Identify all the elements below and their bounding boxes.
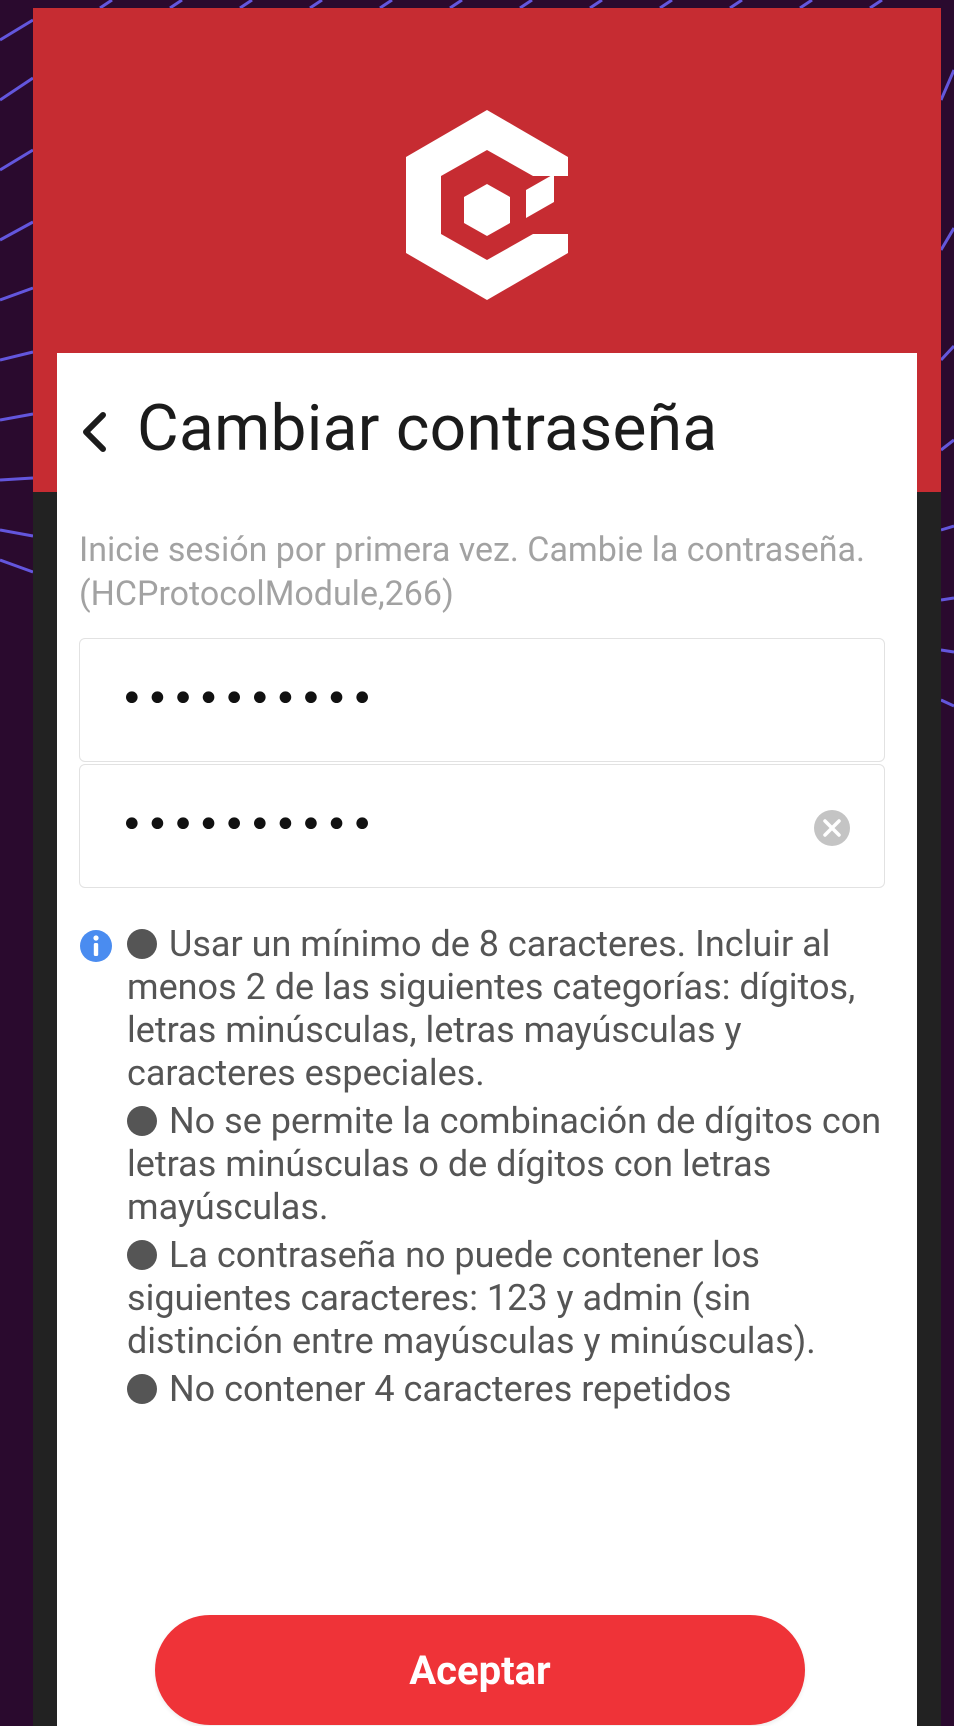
- confirm-password-field: [79, 764, 885, 888]
- info-circle-icon: [80, 930, 112, 962]
- new-password-input[interactable]: [120, 677, 800, 721]
- rule-item: Usar un mínimo de 8 caracteres. Incluir …: [127, 923, 856, 1094]
- password-rules: Usar un mínimo de 8 caracteres. Incluir …: [79, 923, 889, 1428]
- accept-button[interactable]: Aceptar: [155, 1615, 805, 1725]
- app-screen: Cambiar contraseña Inicie sesión por pri…: [33, 8, 941, 1726]
- bullet-icon: [127, 1374, 157, 1404]
- new-password-field: [79, 638, 885, 762]
- page-title: Cambiar contraseña: [137, 391, 718, 466]
- confirm-password-input[interactable]: [120, 803, 800, 847]
- rule-item: No contener 4 caracteres repetidos: [127, 1368, 887, 1411]
- chevron-left-icon[interactable]: [79, 409, 109, 455]
- first-login-notice: Inicie sesión por primera vez. Cambie la…: [79, 530, 866, 614]
- bullet-icon: [127, 1106, 157, 1136]
- rule-item: No se permite la combinación de dígitos …: [127, 1100, 882, 1228]
- change-password-card: Cambiar contraseña Inicie sesión por pri…: [57, 353, 917, 1726]
- hexagon-logo-icon: [406, 110, 572, 300]
- rules-list: Usar un mínimo de 8 caracteres. Incluir …: [127, 923, 887, 1416]
- clear-circle-icon[interactable]: [813, 809, 851, 847]
- bullet-icon: [127, 929, 157, 959]
- bullet-icon: [127, 1240, 157, 1270]
- rule-item: La contraseña no puede contener los sigu…: [127, 1234, 816, 1362]
